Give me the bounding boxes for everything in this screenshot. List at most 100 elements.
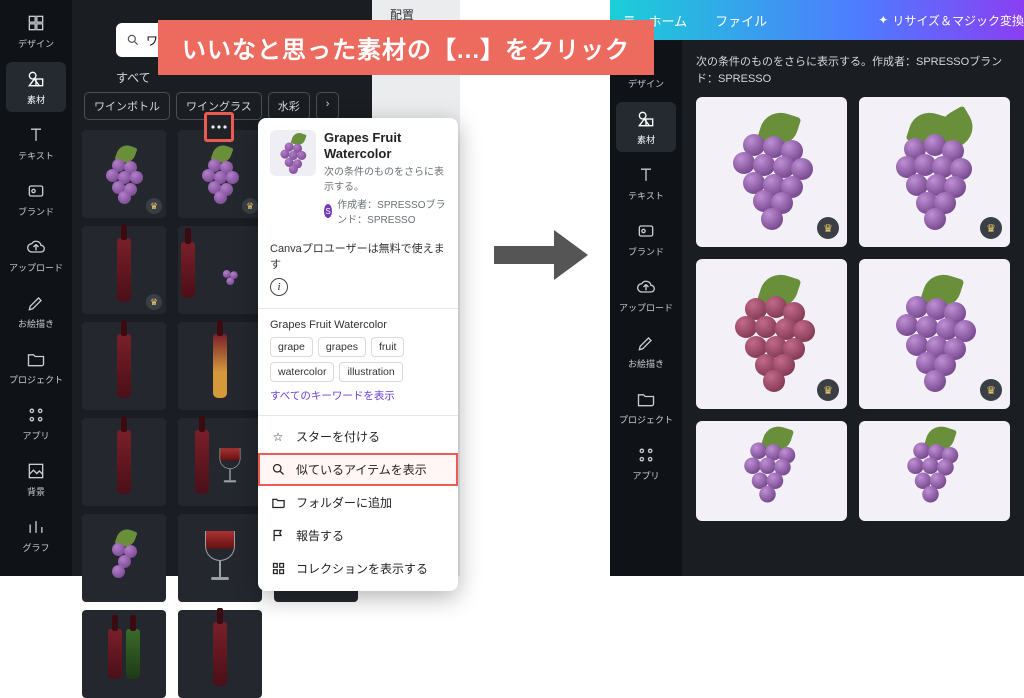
shapes-icon — [635, 108, 657, 130]
pro-crown-icon: ♛ — [817, 217, 839, 239]
menu-label: コレクションを表示する — [296, 560, 428, 577]
element-thumb[interactable] — [82, 514, 166, 602]
rail-label: 素材 — [27, 93, 45, 106]
rail-upload[interactable]: アップロード — [616, 270, 676, 320]
text-icon — [635, 164, 657, 186]
similar-thumb[interactable]: ♛ — [859, 259, 1010, 409]
menu-star[interactable]: ☆ スターを付ける — [258, 420, 458, 453]
rail-draw[interactable]: お絵描き — [6, 286, 66, 336]
element-thumb[interactable]: ♛ — [82, 130, 166, 218]
folder-add-icon — [270, 495, 286, 511]
rail-upload[interactable]: アップロード — [6, 230, 66, 280]
similar-thumb[interactable]: ♛ — [859, 97, 1010, 247]
rail-label: テキスト — [18, 149, 54, 162]
rail-label: ブランド — [18, 205, 54, 218]
menu-add-folder[interactable]: フォルダーに追加 — [258, 486, 458, 519]
tag[interactable]: grapes — [318, 337, 366, 357]
similar-thumb[interactable] — [696, 421, 847, 521]
search-icon — [270, 462, 286, 478]
tag[interactable]: fruit — [371, 337, 405, 357]
rail-text[interactable]: テキスト — [6, 118, 66, 168]
top-file[interactable]: ファイル — [715, 11, 767, 30]
element-thumb[interactable] — [82, 322, 166, 410]
folder-icon — [25, 348, 47, 370]
background-icon — [25, 460, 47, 482]
element-thumb[interactable]: ♛ — [178, 130, 262, 218]
similar-items-panel: 次の条件のものをさらに表示する。作成者：SPRESSOブランド：SPRESSO … — [682, 40, 1024, 576]
similar-thumb[interactable]: ♛ — [696, 259, 847, 409]
tag[interactable]: watercolor — [270, 362, 334, 382]
popup-info-button[interactable]: i — [258, 274, 458, 304]
rail-elements[interactable]: 素材 — [6, 62, 66, 112]
element-context-popup: Grapes Fruit Watercolor 次の条件のものをさらに表示する。… — [258, 118, 458, 591]
similar-thumb[interactable]: ♛ — [696, 97, 847, 247]
menu-report[interactable]: 報告する — [258, 519, 458, 552]
element-thumb[interactable] — [82, 418, 166, 506]
element-thumb[interactable] — [178, 610, 262, 698]
dots-icon — [210, 124, 228, 130]
element-thumb[interactable] — [178, 514, 262, 602]
right-rail: デザイン 素材 テキスト ブランド アップロード お絵描き プロジェクト アプリ — [610, 40, 682, 576]
tutorial-callout: いいなと思った素材の【...】をクリック — [158, 20, 654, 75]
left-rail: デザイン 素材 テキスト ブランド アップロード お絵描き プロジェクト アプ — [0, 0, 72, 576]
rail-draw[interactable]: お絵描き — [616, 326, 676, 376]
template-icon — [25, 12, 47, 34]
element-thumb[interactable] — [82, 610, 166, 698]
pro-crown-icon: ♛ — [817, 379, 839, 401]
chip-wine-bottle[interactable]: ワインボトル — [84, 92, 170, 120]
shapes-icon — [25, 68, 47, 90]
rail-label: 素材 — [637, 133, 655, 146]
cloud-upload-icon — [635, 276, 657, 298]
text-icon — [25, 124, 47, 146]
rail-label: デザイン — [18, 37, 54, 50]
chip-more[interactable]: › — [316, 92, 340, 120]
popup-author[interactable]: S 作成者：SPRESSOブランド：SPRESSO — [324, 196, 446, 226]
pencil-icon — [25, 292, 47, 314]
element-more-button[interactable] — [204, 112, 234, 142]
rail-label: ブランド — [628, 245, 664, 258]
rail-label: プロジェクト — [619, 413, 673, 426]
filter-all[interactable]: すべて — [116, 69, 151, 86]
rail-background[interactable]: 背景 — [6, 454, 66, 504]
show-all-keywords-link[interactable]: すべてのキーワードを表示 — [258, 388, 458, 411]
rail-label: プロジェクト — [9, 373, 63, 386]
tag[interactable]: grape — [270, 337, 313, 357]
rail-elements[interactable]: 素材 — [616, 102, 676, 152]
top-home[interactable]: ホーム — [649, 11, 688, 30]
pro-crown-icon: ♛ — [980, 379, 1002, 401]
collection-icon — [270, 561, 286, 577]
menu-collection[interactable]: コレクションを表示する — [258, 552, 458, 585]
rail-apps[interactable]: アプリ — [6, 398, 66, 448]
rail-brand[interactable]: ブランド — [616, 214, 676, 264]
rail-text[interactable]: テキスト — [616, 158, 676, 208]
top-resize-magic[interactable]: リサイズ＆マジック変換 — [878, 12, 1024, 29]
element-thumb[interactable] — [178, 418, 262, 506]
star-icon: ☆ — [270, 429, 286, 445]
rail-brand[interactable]: ブランド — [6, 174, 66, 224]
brand-icon — [25, 180, 47, 202]
similar-thumb[interactable] — [859, 421, 1010, 521]
similar-grid: ♛ ♛ ♛ — [682, 97, 1024, 521]
pro-crown-icon: ♛ — [980, 217, 1002, 239]
element-thumb[interactable] — [178, 226, 262, 314]
rail-design[interactable]: デザイン — [6, 6, 66, 56]
pro-crown-icon: ♛ — [242, 198, 258, 214]
right-topbar: ≡ ホーム ファイル リサイズ＆マジック変換 — [610, 0, 1024, 40]
menu-show-similar[interactable]: 似ているアイテムを表示 — [258, 453, 458, 486]
rail-label: お絵描き — [628, 357, 664, 370]
rail-charts[interactable]: グラフ — [6, 510, 66, 560]
pencil-icon — [635, 332, 657, 354]
element-thumb[interactable]: ♛ — [82, 226, 166, 314]
chip-watercolor[interactable]: 水彩 — [268, 92, 310, 120]
element-thumb[interactable] — [178, 322, 262, 410]
rail-projects[interactable]: プロジェクト — [616, 382, 676, 432]
rail-apps[interactable]: アプリ — [616, 438, 676, 488]
tutorial-arrow — [494, 230, 594, 280]
pro-crown-icon: ♛ — [146, 198, 162, 214]
tag[interactable]: illustration — [339, 362, 402, 382]
info-icon: i — [270, 278, 288, 296]
brand-icon — [635, 220, 657, 242]
menu-label: 報告する — [296, 527, 344, 544]
rail-projects[interactable]: プロジェクト — [6, 342, 66, 392]
popup-condition[interactable]: 次の条件のものをさらに表示する。 — [324, 163, 446, 193]
